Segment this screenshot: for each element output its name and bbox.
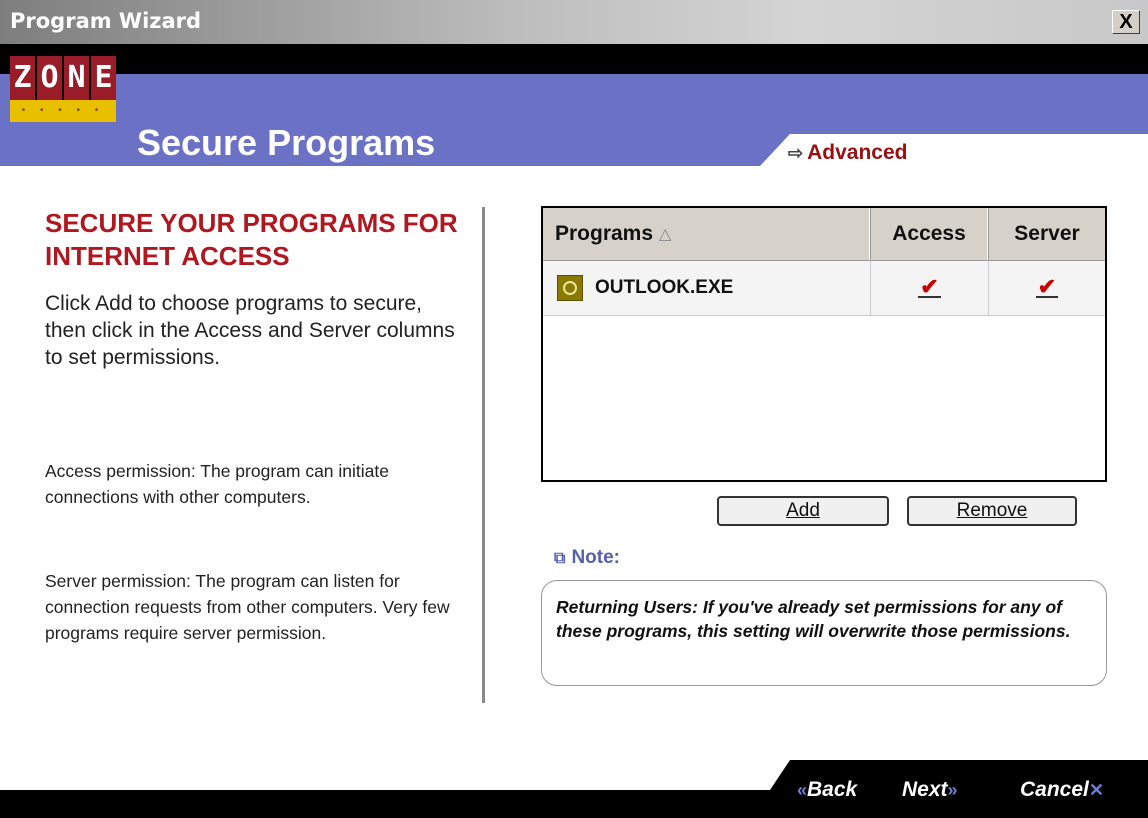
title-bar: Program Wizard X xyxy=(0,0,1148,44)
next-button[interactable]: Next» xyxy=(902,778,958,802)
program-name: OUTLOOK.EXE xyxy=(595,277,734,298)
cancel-x-icon: ✕ xyxy=(1088,780,1104,800)
checkmark-icon: ✔ xyxy=(1035,274,1059,299)
vertical-divider xyxy=(482,207,485,703)
outlook-app-icon xyxy=(557,275,583,301)
access-permission-text: Access permission: The program can initi… xyxy=(45,461,389,507)
advanced-link-label: Advanced xyxy=(807,141,908,164)
server-permission-text: Server permission: The program can liste… xyxy=(45,571,450,643)
table-header: Programs △ Access Server xyxy=(543,208,1105,261)
table-row[interactable]: OUTLOOK.EXE ✔ ✔ xyxy=(543,261,1105,316)
back-button[interactable]: «Back xyxy=(797,778,857,802)
note-label: ⧉ Note: xyxy=(554,547,620,568)
add-button[interactable]: Add xyxy=(717,496,889,526)
back-arrows-icon: « xyxy=(797,780,808,800)
server-permission-cell[interactable]: ✔ xyxy=(988,261,1105,315)
page-title: Secure Programs xyxy=(137,122,436,163)
remove-button[interactable]: Remove xyxy=(907,496,1077,526)
section-heading: SECURE YOUR PROGRAMS FOR INTERNET ACCESS xyxy=(45,208,458,271)
column-header-server[interactable]: Server xyxy=(988,208,1105,260)
header-top-slant xyxy=(0,44,1148,94)
zone-logo: Z O N E • • • • • xyxy=(10,56,116,122)
program-cell[interactable]: OUTLOOK.EXE xyxy=(543,261,870,315)
arrow-right-icon: ⇨ xyxy=(788,143,804,163)
intro-text: Click Add to choose programs to secure, … xyxy=(45,292,455,369)
programs-table: Programs △ Access Server OUTLOOK.EXE ✔ ✔ xyxy=(541,206,1107,482)
window-title: Program Wizard xyxy=(10,9,202,33)
footer-slant-shape xyxy=(0,760,1148,818)
advanced-link[interactable]: ⇨ Advanced xyxy=(788,141,907,165)
access-permission-cell[interactable]: ✔ xyxy=(870,261,988,315)
sort-ascending-icon: △ xyxy=(659,226,672,243)
cancel-button[interactable]: Cancel✕ xyxy=(1020,778,1104,802)
column-header-programs[interactable]: Programs △ xyxy=(543,208,870,260)
column-header-access[interactable]: Access xyxy=(870,208,988,260)
close-button[interactable]: X xyxy=(1112,10,1140,34)
next-arrows-icon: » xyxy=(947,780,958,800)
note-box: Returning Users: If you've already set p… xyxy=(541,580,1107,686)
checkmark-icon: ✔ xyxy=(918,274,941,299)
note-icon: ⧉ xyxy=(554,550,566,567)
